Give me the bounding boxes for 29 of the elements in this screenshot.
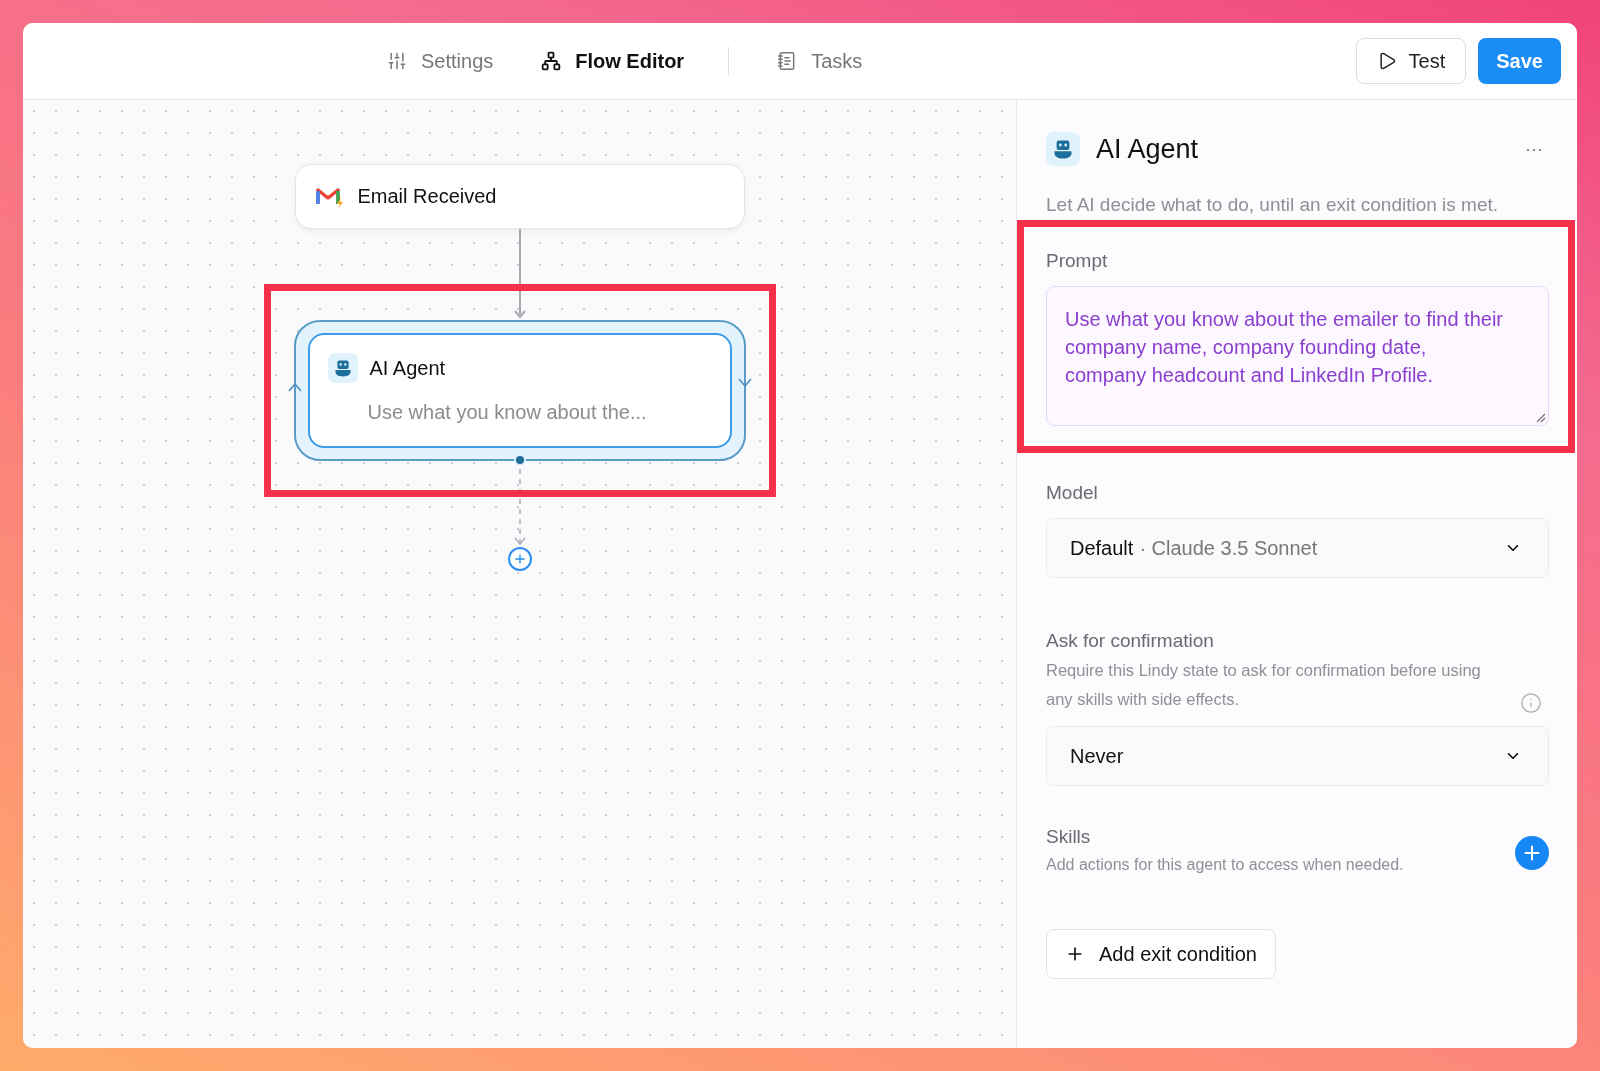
help-text: Require this Lindy state to ask for confirmation before using any skills with side effects. [1046, 660, 1482, 710]
nav-tab[interactable]: Flow Editor [517, 41, 709, 81]
info-icon[interactable] [1520, 692, 1542, 714]
field-label: Ask for confirmation [1046, 630, 1215, 652]
help-text: Add actions for this agent to access when needed. [1046, 855, 1404, 875]
panel-description: Let AI decide what to do, until an exit condition is met. [1046, 194, 1500, 216]
sliders-icon [387, 51, 407, 71]
add-skill-button[interactable] [1515, 835, 1549, 870]
resize-grip-icon [1534, 411, 1546, 423]
prompt-field[interactable]: Use what you know about the emailer to find their company name, company founding date, company headcount and LinkedIn Profile. [1046, 286, 1549, 426]
plus-icon [512, 552, 527, 566]
field-label: Skills [1046, 826, 1092, 848]
network-icon [541, 51, 562, 71]
panel-title: AI Agent [1096, 133, 1199, 165]
confirmation-select[interactable]: Never [1046, 726, 1549, 786]
nav-tab[interactable]: Tasks [753, 41, 887, 81]
agent-node[interactable]: AI Agent Use what you know about the... [307, 333, 732, 448]
nav-tab[interactable]: Settings [363, 41, 518, 81]
trigger-node[interactable]: Email Received [294, 164, 745, 229]
connection-handle[interactable] [513, 454, 526, 466]
robot-icon [1046, 132, 1080, 166]
model-select[interactable]: Default · Claude 3.5 Sonnet [1046, 518, 1549, 578]
add-exit-condition-button[interactable]: Add exit condition [1046, 929, 1276, 979]
test-button[interactable]: Test [1355, 38, 1467, 84]
field-label: Prompt [1046, 250, 1109, 272]
more-button[interactable]: ··· [1519, 137, 1549, 161]
robot-icon [327, 353, 358, 383]
field-label: Model [1046, 482, 1099, 504]
add-step-button[interactable] [507, 547, 532, 571]
